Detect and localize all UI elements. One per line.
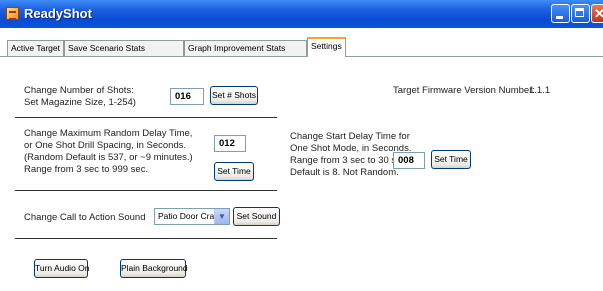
random-delay-input[interactable]: 012 <box>214 135 246 152</box>
start-delay-line1: Change Start Delay Time for <box>290 131 410 142</box>
close-button[interactable] <box>591 4 603 23</box>
turn-audio-on-button[interactable]: Turn Audio On <box>34 259 90 278</box>
start-delay-line3: Range from 3 sec to 30 sec. <box>290 155 409 166</box>
random-delay-line3: (Random Default is 537, or ~9 minutes.) <box>24 152 193 163</box>
set-shots-button[interactable]: Set # Shots <box>210 86 258 105</box>
app-icon <box>6 7 19 20</box>
shots-label-line2: Set Magazine Size, 1-254) <box>24 97 136 108</box>
section-divider <box>15 117 277 118</box>
set-sound-button[interactable]: Set Sound <box>233 207 280 226</box>
firmware-version: 1.1.1 <box>529 85 551 96</box>
start-delay-line4: Default is 8. Not Random. <box>290 167 399 178</box>
title-bar: ReadyShot <box>0 0 603 28</box>
section-divider <box>15 190 277 191</box>
maximize-button[interactable] <box>571 4 590 23</box>
set-start-delay-button[interactable]: Set Time <box>431 150 471 169</box>
window-title: ReadyShot <box>24 6 92 21</box>
firmware-label: Target Firmware Version Number: <box>393 85 536 96</box>
section-divider <box>15 238 277 239</box>
tab-divider <box>0 56 603 57</box>
random-delay-line1: Change Maximum Random Delay Time, <box>24 128 193 139</box>
tab-settings[interactable]: Settings <box>307 37 346 57</box>
minimize-button[interactable] <box>551 4 570 23</box>
start-delay-input[interactable]: 008 <box>393 152 425 169</box>
set-random-delay-button[interactable]: Set Time <box>214 162 254 181</box>
shots-input[interactable]: 016 <box>170 88 204 105</box>
random-delay-line4: Range from 3 sec to 999 sec. <box>24 164 149 175</box>
sound-label: Change Call to Action Sound <box>24 212 146 223</box>
random-delay-line2: or One Shot Drill Spacing, in Seconds. <box>24 140 187 151</box>
shots-label-line1: Change Number of Shots: <box>24 85 134 96</box>
chevron-down-icon[interactable]: ▼ <box>214 209 229 224</box>
sound-select[interactable]: Patio Door Crash ▼ <box>154 208 230 225</box>
tab-graph-improvement-stats[interactable]: Graph Improvement Stats <box>184 40 307 56</box>
plain-background-button[interactable]: Plain Background <box>120 259 188 278</box>
tab-active-target[interactable]: Active Target <box>7 40 64 56</box>
tab-save-scenario-stats[interactable]: Save Scenario Stats <box>64 40 184 56</box>
